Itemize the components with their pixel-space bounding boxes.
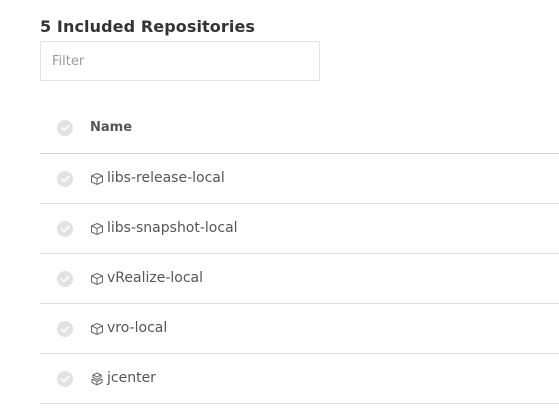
filter-input[interactable] <box>41 42 319 80</box>
local-repo-icon <box>90 171 104 186</box>
filter-box[interactable] <box>40 41 320 81</box>
repo-name[interactable]: jcenter <box>107 370 156 386</box>
repo-name[interactable]: libs-snapshot-local <box>107 220 238 236</box>
repo-name[interactable]: libs-release-local <box>107 170 225 186</box>
repo-name-cell: jcenter <box>90 370 156 386</box>
check-icon <box>60 326 70 333</box>
local-repo-icon <box>90 221 104 236</box>
table-row: jcenter <box>40 354 559 404</box>
repo-name-cell: libs-snapshot-local <box>90 220 238 236</box>
section-title: 5 Included Repositories <box>40 17 256 36</box>
repo-name[interactable]: vRealize-local <box>107 270 203 286</box>
check-icon <box>60 176 70 183</box>
row-checkbox[interactable] <box>57 321 73 337</box>
local-repo-icon <box>90 321 104 336</box>
select-all-checkbox[interactable] <box>57 120 73 136</box>
table-row: libs-release-local <box>40 154 559 204</box>
row-checkbox[interactable] <box>57 271 73 287</box>
check-icon <box>60 376 70 383</box>
row-checkbox[interactable] <box>57 171 73 187</box>
table-row: libs-snapshot-local <box>40 204 559 254</box>
column-header-name[interactable]: Name <box>90 120 132 135</box>
table-row: vRealize-local <box>40 254 559 304</box>
repo-name[interactable]: vro-local <box>107 320 167 336</box>
check-icon <box>60 276 70 283</box>
repositories-table: Name libs-release-local libs-snapshot-lo… <box>40 103 559 404</box>
check-icon <box>60 226 70 233</box>
row-checkbox[interactable] <box>57 221 73 237</box>
repo-name-cell: vRealize-local <box>90 270 203 286</box>
table-row: vro-local <box>40 304 559 354</box>
table-header-row: Name <box>40 103 559 154</box>
repo-name-cell: libs-release-local <box>90 170 225 186</box>
repo-name-cell: vro-local <box>90 320 167 336</box>
local-repo-icon <box>90 271 104 286</box>
row-checkbox[interactable] <box>57 371 73 387</box>
remote-repo-icon <box>90 371 104 386</box>
check-icon <box>60 125 70 132</box>
